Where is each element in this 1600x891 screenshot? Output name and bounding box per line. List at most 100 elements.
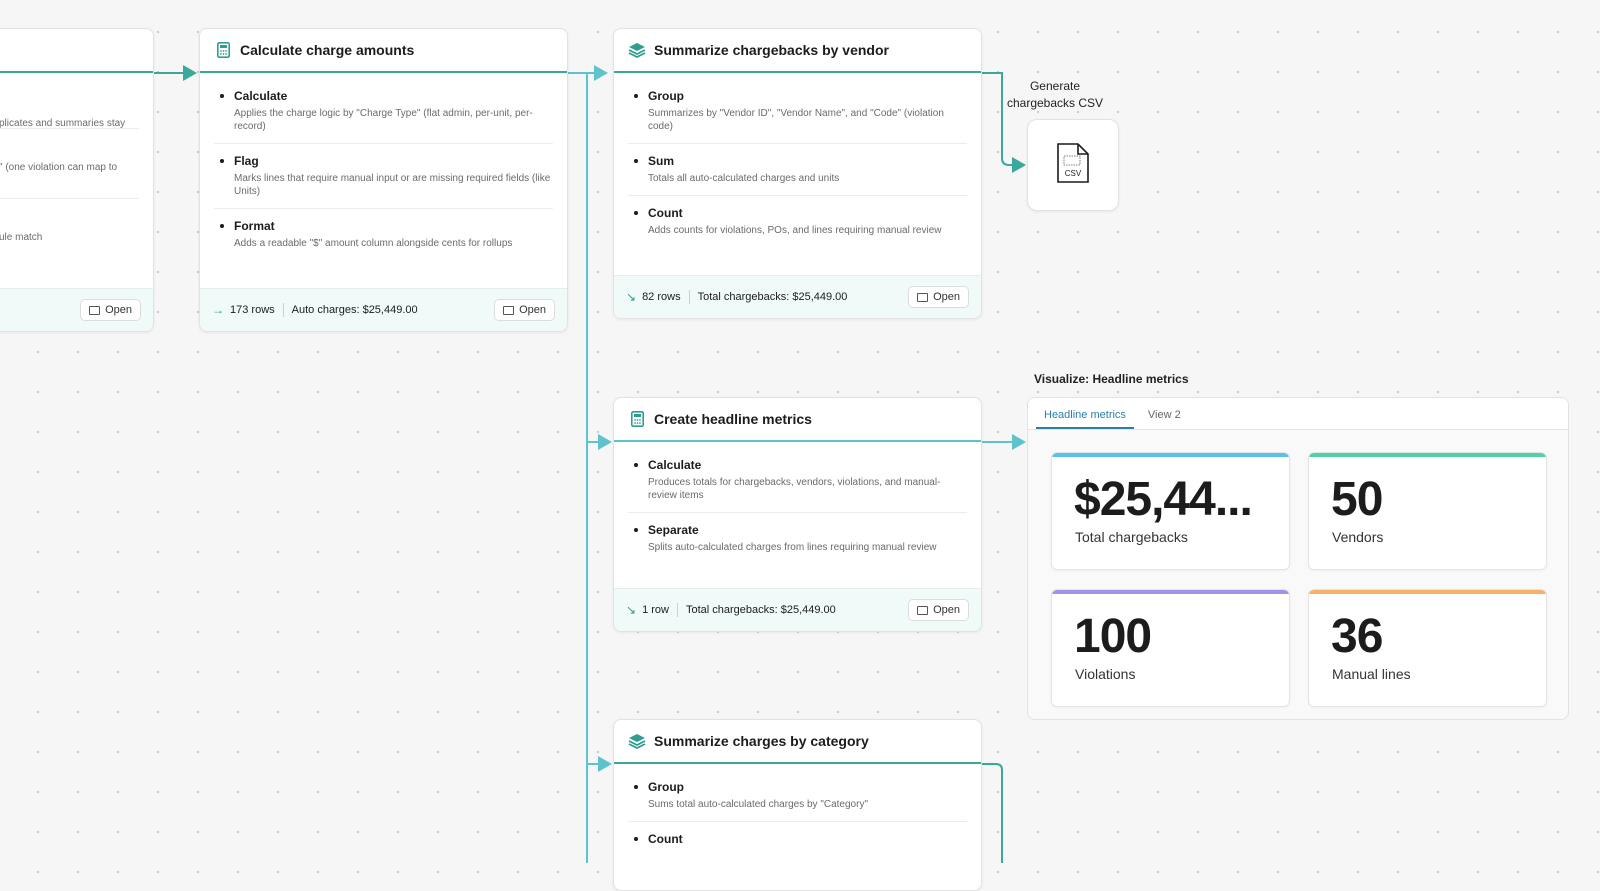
csv-badge: CSV <box>1065 169 1082 178</box>
open-button[interactable]: Open <box>908 286 969 308</box>
open-button[interactable]: Open <box>80 299 141 321</box>
metric-violations: 100 Violations <box>1051 589 1290 707</box>
footer-summary: Total chargebacks: $25,449.00 <box>685 604 836 616</box>
summarize-by-vendor-card[interactable]: Summarize chargebacks by vendor Group Su… <box>613 28 982 319</box>
card-header[interactable]: Summarize chargebacks by vendor <box>614 29 981 73</box>
step-count: Count Adds counts for violations, POs, a… <box>628 196 967 247</box>
open-label: Open <box>933 604 960 616</box>
metric-total-chargebacks: $25,44... Total chargebacks <box>1051 452 1290 570</box>
step-description: Produces totals for chargebacks, vendors… <box>648 477 941 501</box>
step-description: Splits auto-calculated charges from line… <box>648 542 937 553</box>
open-button[interactable]: Open <box>908 599 969 621</box>
footer-summary: Total chargebacks: $25,449.00 <box>697 291 848 303</box>
card-title: Create headline metrics <box>654 411 812 427</box>
step-title: Calculate <box>628 458 967 472</box>
card-title: Summarize charges by category <box>654 733 869 749</box>
step-title: Sum <box>628 154 967 168</box>
metric-value: 36 <box>1331 610 1383 663</box>
step-description: Totals all auto-calculated charges and u… <box>648 173 840 184</box>
visualize-tabs: Headline metrics View 2 <box>1028 398 1568 430</box>
layers-icon <box>628 732 646 750</box>
calculate-charge-amounts-card[interactable]: Calculate charge amounts Calculate Appli… <box>199 28 568 332</box>
step-separate: Separate Splits auto-calculated charges … <box>628 513 967 564</box>
card-title: Calculate charge amounts <box>240 42 415 58</box>
visualize-label: Visualize: Headline metrics <box>1034 372 1189 386</box>
metric-label: Total chargebacks <box>1075 529 1188 545</box>
left-card-header <box>0 29 153 73</box>
step-title: Calculate <box>214 89 553 103</box>
metric-label: Manual lines <box>1332 666 1411 682</box>
step-description: Sums total auto-calculated charges by "C… <box>648 799 868 810</box>
layers-icon <box>628 41 646 59</box>
left-card-footer: Open <box>0 288 153 331</box>
summarize-by-category-card[interactable]: Summarize charges by category Group Sums… <box>613 719 982 891</box>
row-count: 1 row <box>642 604 669 616</box>
step-calculate: Calculate Applies the charge logic by "C… <box>214 79 553 144</box>
step-title: Count <box>628 206 967 220</box>
metric-value: 50 <box>1331 473 1383 526</box>
left-step-2: " (one violation can map to <box>0 129 139 199</box>
tab-headline-metrics[interactable]: Headline metrics <box>1036 409 1134 429</box>
metric-label: Violations <box>1075 666 1136 682</box>
step-count: Count <box>628 822 967 860</box>
card-footer: → 173 rows Auto charges: $25,449.00 Open <box>200 288 567 331</box>
visualize-panel[interactable]: Headline metrics View 2 $25,44... Total … <box>1027 397 1569 720</box>
footer-summary: Auto charges: $25,449.00 <box>291 304 418 316</box>
arrow-down-right-icon: ↘ <box>626 603 637 617</box>
step-group: Group Summarizes by "Vendor ID", "Vendor… <box>628 79 967 144</box>
arrow-down-right-icon: ↘ <box>626 290 637 304</box>
card-header[interactable]: Summarize charges by category <box>614 720 981 764</box>
window-icon <box>503 305 515 315</box>
row-count: 173 rows <box>230 304 275 316</box>
divider <box>676 603 678 617</box>
left-partial-card[interactable]: plicates and summaries stay " (one viola… <box>0 28 154 332</box>
step-title: Separate <box>628 523 967 537</box>
open-label: Open <box>519 304 546 316</box>
left-step-1: plicates and summaries stay <box>0 79 139 129</box>
row-count: 82 rows <box>642 291 681 303</box>
calculator-icon <box>214 41 232 59</box>
window-icon <box>917 292 929 302</box>
window-icon <box>89 305 101 315</box>
divider <box>688 290 690 304</box>
step-description: " (one violation can map to <box>0 162 118 173</box>
step-description: Marks lines that require manual input or… <box>234 173 551 197</box>
step-title: Count <box>628 832 967 846</box>
step-calculate: Calculate Produces totals for chargeback… <box>628 448 967 513</box>
window-icon <box>917 605 929 615</box>
card-footer: ↘ 1 row Total chargebacks: $25,449.00 Op… <box>614 588 981 631</box>
step-title: Group <box>628 780 967 794</box>
metric-vendors: 50 Vendors <box>1308 452 1547 570</box>
step-group: Group Sums total auto-calculated charges… <box>628 770 967 822</box>
step-title: Flag <box>214 154 553 168</box>
left-step-3: ule match <box>0 199 139 269</box>
tab-view-2[interactable]: View 2 <box>1140 409 1189 429</box>
step-sum: Sum Totals all auto-calculated charges a… <box>628 144 967 196</box>
create-headline-metrics-card[interactable]: Create headline metrics Calculate Produc… <box>613 397 982 632</box>
card-header[interactable]: Calculate charge amounts <box>200 29 567 73</box>
metric-value: 100 <box>1074 610 1152 663</box>
open-label: Open <box>933 291 960 303</box>
step-description: Applies the charge logic by "Charge Type… <box>234 108 533 132</box>
open-button[interactable]: Open <box>494 299 555 321</box>
card-header[interactable]: Create headline metrics <box>614 398 981 442</box>
csv-output-label: Generate chargebacks CSV <box>1006 79 1104 110</box>
card-footer: ↘ 82 rows Total chargebacks: $25,449.00 … <box>614 275 981 318</box>
step-description: ule match <box>0 232 43 243</box>
metric-manual-lines: 36 Manual lines <box>1308 589 1547 707</box>
arrow-right-icon: → <box>212 303 224 317</box>
csv-file-icon: CSV <box>1056 142 1090 189</box>
csv-output-node[interactable]: CSV <box>1027 119 1119 211</box>
step-description: Summarizes by "Vendor ID", "Vendor Name"… <box>648 108 944 132</box>
step-format: Format Adds a readable "$" amount column… <box>214 209 553 260</box>
step-description: Adds a readable "$" amount column alongs… <box>234 238 513 249</box>
calculator-icon <box>628 410 646 428</box>
divider <box>282 303 284 317</box>
step-title: Format <box>214 219 553 233</box>
step-description: Adds counts for violations, POs, and lin… <box>648 225 942 236</box>
metric-value: $25,44... <box>1074 473 1253 526</box>
step-title: Group <box>628 89 967 103</box>
open-label: Open <box>105 304 132 316</box>
step-flag: Flag Marks lines that require manual inp… <box>214 144 553 209</box>
card-title: Summarize chargebacks by vendor <box>654 42 889 58</box>
